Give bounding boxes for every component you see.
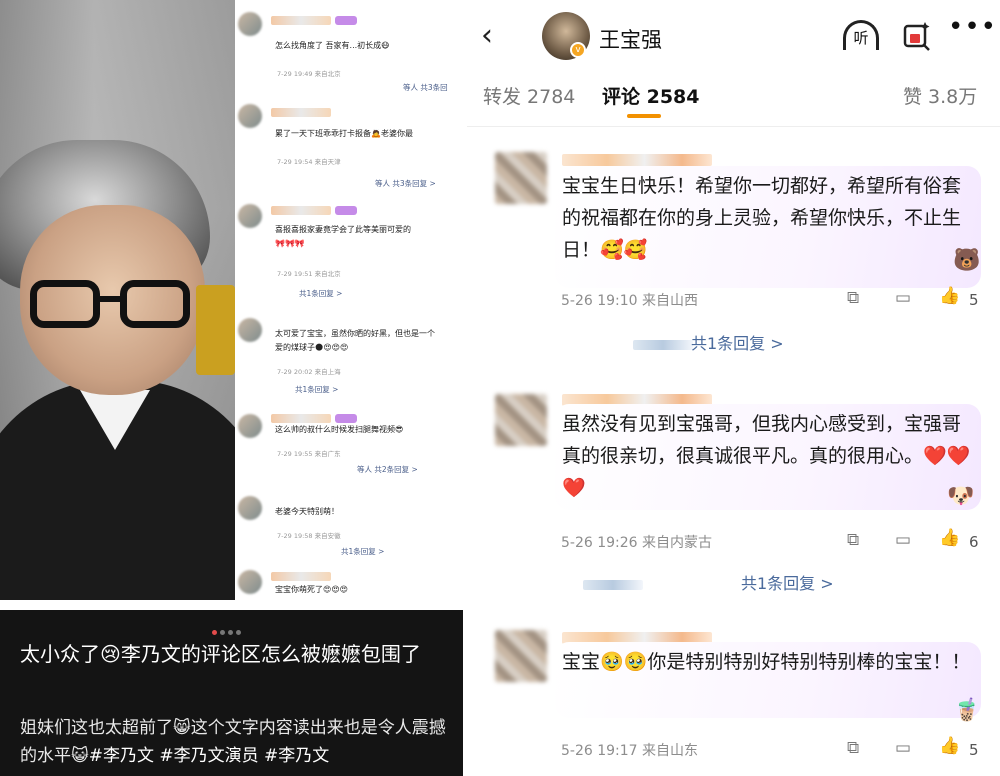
mini-comment: 这么帅的叔什么时候发扫腿舞视频😎 7-29 19:55 来自广东 等人 共2条回… xyxy=(235,410,467,486)
share-icon[interactable]: ⧉ xyxy=(847,738,859,758)
comment-icon[interactable]: ▭ xyxy=(895,738,911,758)
tab-active-indicator xyxy=(627,114,661,118)
caption-title: 太小众了😢李乃文的评论区怎么被嬷嬷包围了 xyxy=(20,642,421,666)
comment-text: 虽然没有见到宝强哥，但我内心感受到，宝强哥真的很亲切，很真诚很平凡。真的很用心。… xyxy=(562,413,971,499)
like-count: 6 xyxy=(969,533,979,551)
tab-like[interactable]: 赞 3.8万 xyxy=(903,82,977,109)
mini-comment: 宝宝你萌死了😍😍😍 xyxy=(235,570,467,600)
commenter-avatar[interactable] xyxy=(495,394,547,446)
verified-badge-icon: v xyxy=(570,42,586,58)
comment-meta: 5-26 19:10 来自山西 xyxy=(561,293,699,309)
comment-screenshot: 怎么找角度了 吾家有...初长成😷 7-29 19:49 来自北京 等人 共3条… xyxy=(235,0,467,600)
comment-meta: 5-26 19:17 来自山东 xyxy=(561,743,699,759)
mini-comment: 累了一天下班乖乖打卡报备🙇老婆你最 7-29 19:54 来自天津 等人 共3条… xyxy=(235,100,467,192)
commenter-avatar[interactable] xyxy=(495,152,547,204)
like-icon[interactable]: 👍 xyxy=(939,736,960,756)
divider xyxy=(467,126,1000,127)
caption-hashtags[interactable]: #李乃文 #李乃文演员 #李乃文 xyxy=(89,746,330,766)
left-post-image: 怎么找角度了 吾家有...初长成😷 7-29 19:49 来自北京 等人 共3条… xyxy=(0,0,467,776)
share-icon[interactable]: ⧉ xyxy=(847,530,859,550)
share-icon[interactable]: ⧉ xyxy=(847,288,859,308)
comment-text: 宝宝🥹🥹你是特别特别好特别特别棒的宝宝！！ xyxy=(562,651,971,673)
tab-bar: 转发 2784 评论 2584 赞 3.8万 xyxy=(467,82,1000,122)
comment-item: 宝宝🥹🥹你是特别特别好特别特别棒的宝宝！！ 🧋 5-26 19:17 来自山东 … xyxy=(467,620,1000,776)
like-count: 5 xyxy=(969,741,979,759)
tab-repost[interactable]: 转发 2784 xyxy=(483,82,575,109)
comment-item: 宝宝生日快乐！希望你一切都好，希望所有俗套的祝福都在你的身上灵验，希望你快乐，不… xyxy=(467,140,1000,365)
selfie-photo xyxy=(0,0,235,600)
mini-comment: 老婆今天特别萌！ 7-29 19:58 来自安徽 共1条回复 > xyxy=(235,492,467,564)
comment-text: 宝宝生日快乐！希望你一切都好，希望所有俗套的祝福都在你的身上灵验，希望你快乐，不… xyxy=(562,175,962,261)
decor-sticker-icon: 🐻 xyxy=(953,248,981,273)
gift-sparkle-icon[interactable] xyxy=(899,18,933,52)
caption-body: 姐妹们这也太超前了😸这个文字内容读出来也是令人震撼的水平😺#李乃文 #李乃文演员… xyxy=(20,718,446,766)
mini-comment: 喜报喜报家妻竟学会了此等美丽可爱的 🎀🎀🎀 7-29 19:51 来自北京 共1… xyxy=(235,200,467,304)
carousel-dots[interactable] xyxy=(212,620,252,635)
like-icon[interactable]: 👍 xyxy=(939,528,960,548)
mini-comment: 怎么找角度了 吾家有...初长成😷 7-29 19:49 来自北京 等人 共3条… xyxy=(235,8,467,98)
comment-meta: 5-26 19:26 来自内蒙古 xyxy=(561,535,713,551)
mini-comment: 太可爱了宝宝，虽然你晒的好黑，但也是一个 爱的煤球子🌑😍😍😍 7-29 20:0… xyxy=(235,318,467,398)
listen-icon[interactable]: 听 xyxy=(843,20,879,50)
username[interactable]: 王宝强 xyxy=(599,24,662,54)
like-count: 5 xyxy=(969,291,979,309)
back-icon[interactable]: ‹ xyxy=(481,18,493,53)
commenter-avatar[interactable] xyxy=(495,630,547,682)
replies-link[interactable]: 共1条回复 > xyxy=(691,330,784,354)
weibo-comments-page: ‹ v 王宝强 听 ••• 转发 2784 评论 2584 赞 3.8万 宝宝生… xyxy=(467,0,1000,776)
commenter-name[interactable] xyxy=(562,154,712,166)
like-icon[interactable]: 👍 xyxy=(939,286,960,306)
replies-link[interactable]: 共1条回复 > xyxy=(741,570,834,594)
decor-sticker-icon: 🐶 xyxy=(947,484,975,509)
reply-preview-blur xyxy=(633,340,693,350)
tab-comment[interactable]: 评论 2584 xyxy=(602,82,700,109)
comment-icon[interactable]: ▭ xyxy=(895,530,911,550)
decor-sticker-icon: 🧋 xyxy=(953,698,981,723)
comment-item: 虽然没有见到宝强哥，但我内心感受到，宝强哥真的很亲切，很真诚很平凡。真的很用心。… xyxy=(467,384,1000,604)
reply-preview-blur xyxy=(583,580,643,590)
comment-icon[interactable]: ▭ xyxy=(895,288,911,308)
more-icon[interactable]: ••• xyxy=(948,12,997,42)
